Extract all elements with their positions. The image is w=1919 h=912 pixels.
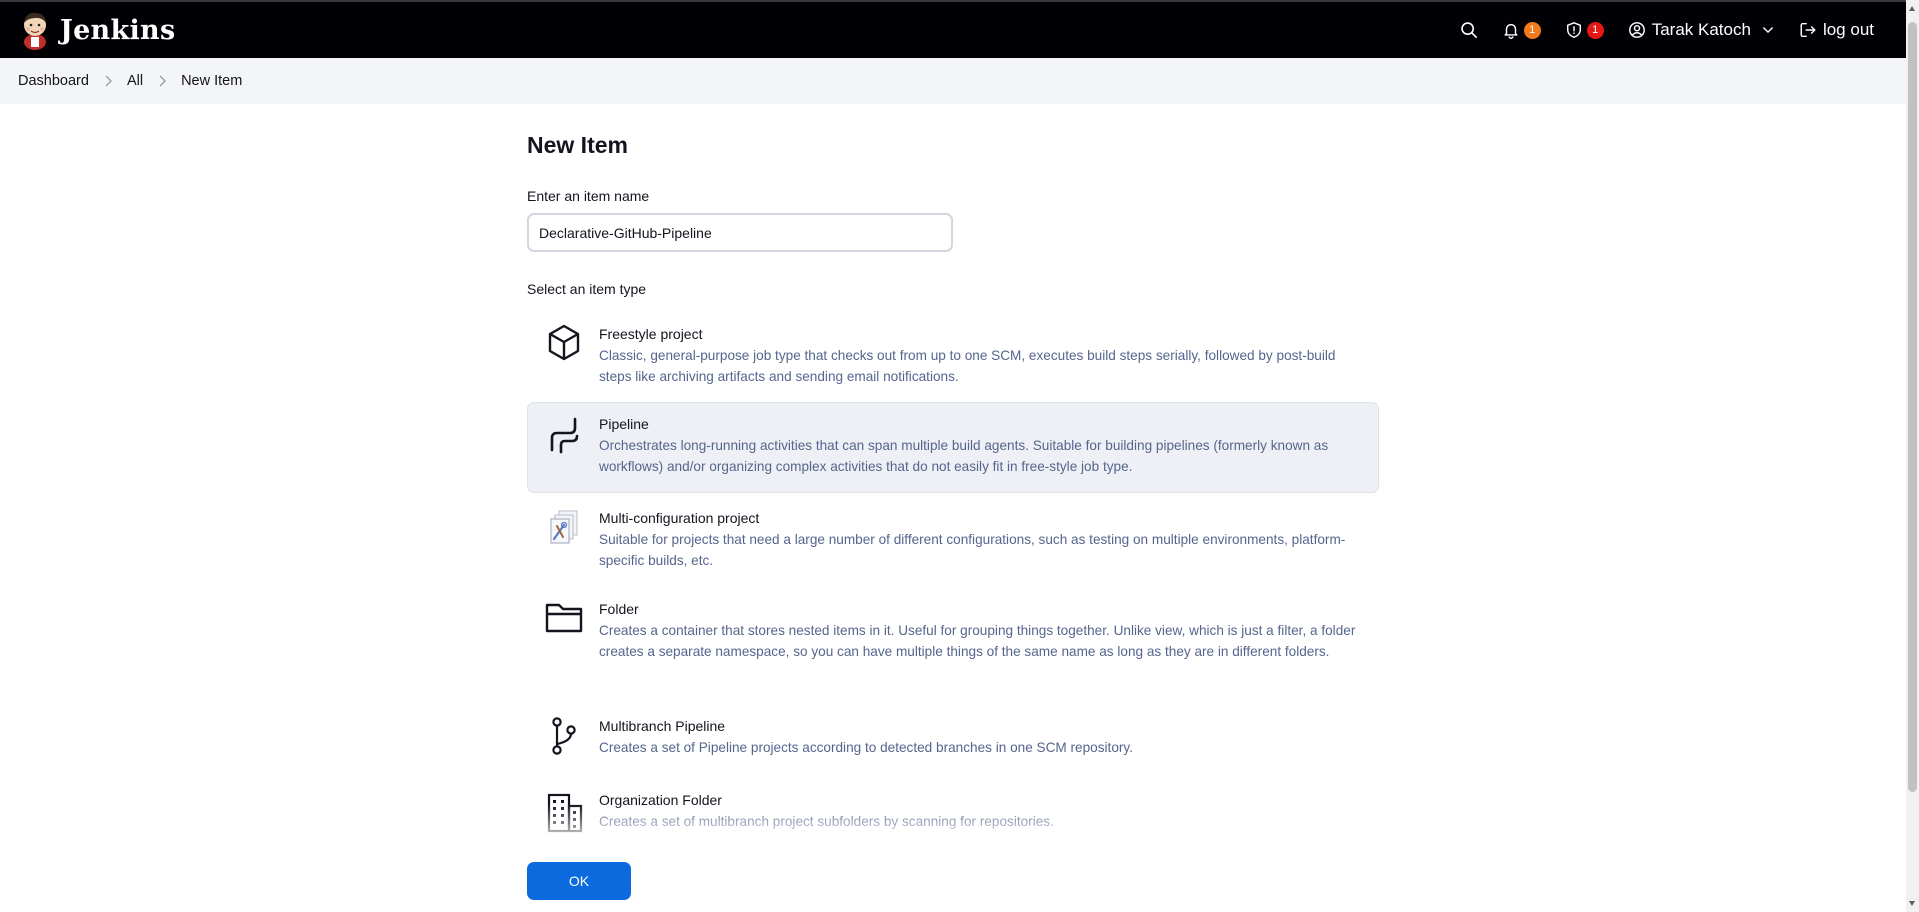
branch-icon [545,715,583,757]
item-type-label: Select an item type [527,281,647,297]
logout-icon [1800,22,1816,38]
item-name-input[interactable] [527,213,953,252]
item-type-multi-configuration[interactable]: Multi-configuration project Suitable for… [527,496,1379,582]
item-type-folder[interactable]: Folder Creates a container that stores n… [527,587,1379,694]
item-type-description: Orchestrates long-running activities tha… [599,438,1329,474]
breadcrumb: Dashboard All New Item [0,58,1906,104]
item-type-multibranch-pipeline[interactable]: Multibranch Pipeline Creates a set of Pi… [527,704,1379,770]
item-type-title: Multi-configuration project [599,510,760,526]
pipeline-icon [545,414,583,456]
footer-bar [0,844,1906,912]
brand-name: Jenkins [60,14,176,46]
chevron-right-icon [157,75,167,87]
item-type-pipeline[interactable]: Pipeline Orchestrates long-running activ… [527,402,1379,493]
security-badge: 1 [1586,21,1604,39]
folder-icon [545,599,583,641]
building-icon [545,792,583,834]
ok-button[interactable]: OK [527,862,631,900]
item-name-label: Enter an item name [527,188,650,204]
shield-icon [1566,22,1581,38]
scroll-up-arrow-icon[interactable] [1909,6,1915,11]
search-button[interactable] [1448,2,1490,58]
item-type-freestyle[interactable]: Freestyle project Classic, general-purpo… [527,312,1379,406]
breadcrumb-dashboard[interactable]: Dashboard [18,73,89,89]
breadcrumb-new-item[interactable]: New Item [181,73,242,89]
logout-button[interactable]: log out [1787,2,1886,58]
search-icon [1460,22,1477,39]
item-type-title: Organization Folder [599,792,722,808]
item-type-title: Multibranch Pipeline [599,718,726,734]
scroll-down-arrow-icon[interactable] [1909,901,1915,906]
cube-icon [545,322,583,364]
item-type-description: Suitable for projects that need a large … [599,532,1346,568]
page-title: New Item [527,132,628,158]
item-type-description: Creates a set of Pipeline projects accor… [599,740,1133,755]
user-icon [1628,22,1645,38]
item-type-description: Creates a container that stores nested i… [599,623,1356,659]
item-type-description: Creates a set of multibranch project sub… [599,814,1054,829]
user-name: Tarak Katoch [1651,20,1751,39]
security-button[interactable]: 1 [1553,2,1616,58]
item-type-organization-folder[interactable]: Organization Folder Creates a set of mul… [527,778,1379,848]
top-header: Jenkins 1 1 Tarak Katoch log out [0,0,1906,58]
scrollbar-thumb[interactable] [1908,22,1917,792]
notifications-badge: 1 [1523,21,1541,39]
header-actions: 1 1 Tarak Katoch log out [1448,2,1886,58]
item-type-description: Classic, general-purpose job type that c… [599,348,1336,384]
jenkins-home-link[interactable]: Jenkins [20,10,175,50]
bell-icon [1504,23,1518,39]
item-type-title: Pipeline [599,416,649,432]
chevron-down-icon [1763,27,1773,33]
user-menu[interactable]: Tarak Katoch [1616,2,1787,58]
notifications-button[interactable]: 1 [1490,2,1553,58]
item-type-title: Freestyle project [599,326,703,342]
page-scrollbar[interactable] [1906,0,1919,912]
multi-config-icon [545,508,583,550]
jenkins-logo-icon [24,12,46,50]
breadcrumb-all[interactable]: All [127,73,143,89]
logout-label: log out [1822,20,1874,39]
chevron-right-icon [103,75,113,87]
item-type-title: Folder [599,601,639,617]
